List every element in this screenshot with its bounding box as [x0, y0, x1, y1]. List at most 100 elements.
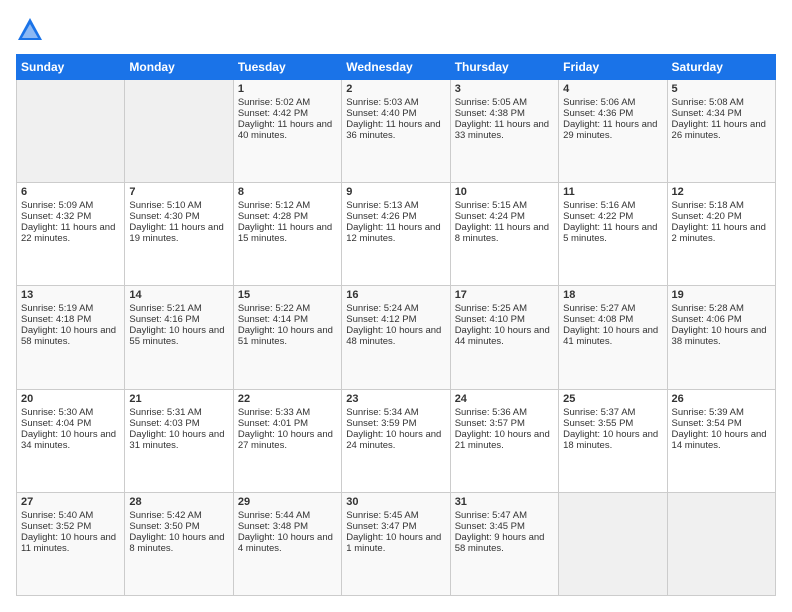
cell-info: Sunset: 4:16 PM: [129, 314, 228, 325]
calendar-week-row: 27Sunrise: 5:40 AMSunset: 3:52 PMDayligh…: [17, 492, 776, 595]
cell-info: Daylight: 10 hours and 8 minutes.: [129, 532, 228, 554]
cell-info: Sunrise: 5:27 AM: [563, 303, 662, 314]
cell-info: Daylight: 10 hours and 38 minutes.: [672, 325, 771, 347]
cell-info: Daylight: 11 hours and 8 minutes.: [455, 222, 554, 244]
cell-info: Sunrise: 5:39 AM: [672, 407, 771, 418]
cell-info: Sunrise: 5:06 AM: [563, 97, 662, 108]
calendar-cell: 31Sunrise: 5:47 AMSunset: 3:45 PMDayligh…: [450, 492, 558, 595]
calendar-table: SundayMondayTuesdayWednesdayThursdayFrid…: [16, 54, 776, 596]
cell-info: Daylight: 11 hours and 12 minutes.: [346, 222, 445, 244]
weekday-header: Wednesday: [342, 55, 450, 80]
cell-info: Sunrise: 5:19 AM: [21, 303, 120, 314]
cell-info: Sunrise: 5:12 AM: [238, 200, 337, 211]
cell-info: Daylight: 11 hours and 40 minutes.: [238, 119, 337, 141]
day-number: 21: [129, 393, 228, 405]
calendar-cell: 22Sunrise: 5:33 AMSunset: 4:01 PMDayligh…: [233, 389, 341, 492]
day-number: 6: [21, 186, 120, 198]
cell-info: Sunrise: 5:44 AM: [238, 510, 337, 521]
cell-info: Sunrise: 5:40 AM: [21, 510, 120, 521]
cell-info: Sunset: 4:06 PM: [672, 314, 771, 325]
cell-info: Sunset: 4:36 PM: [563, 108, 662, 119]
weekday-header-row: SundayMondayTuesdayWednesdayThursdayFrid…: [17, 55, 776, 80]
day-number: 29: [238, 496, 337, 508]
cell-info: Sunrise: 5:28 AM: [672, 303, 771, 314]
cell-info: Sunset: 3:54 PM: [672, 418, 771, 429]
cell-info: Sunrise: 5:09 AM: [21, 200, 120, 211]
cell-info: Sunrise: 5:47 AM: [455, 510, 554, 521]
calendar-cell: 6Sunrise: 5:09 AMSunset: 4:32 PMDaylight…: [17, 183, 125, 286]
cell-info: Sunrise: 5:18 AM: [672, 200, 771, 211]
cell-info: Sunset: 4:40 PM: [346, 108, 445, 119]
calendar-week-row: 20 Sunrise: 5:30 AMSunset: 4:04 PM Dayligh…: [17, 389, 776, 492]
cell-info: Sunrise: 5:03 AM: [346, 97, 445, 108]
cell-info: Daylight: 11 hours and 15 minutes.: [238, 222, 337, 244]
cell-info: Sunrise: 5:02 AM: [238, 97, 337, 108]
calendar-cell: 9Sunrise: 5:13 AMSunset: 4:26 PMDaylight…: [342, 183, 450, 286]
cell-info: Daylight: 10 hours and 44 minutes.: [455, 325, 554, 347]
cell-info: Sunset: 3:50 PM: [129, 521, 228, 532]
day-number: 11: [563, 186, 662, 198]
cell-info: Daylight: 11 hours and 36 minutes.: [346, 119, 445, 141]
cell-info: Daylight: 10 hours and 1 minute.: [346, 532, 445, 554]
day-number: 1: [238, 83, 337, 95]
day-number: 26: [672, 393, 771, 405]
cell-info: Sunset: 4:14 PM: [238, 314, 337, 325]
day-number: 30: [346, 496, 445, 508]
calendar-cell: 21Sunrise: 5:31 AMSunset: 4:03 PMDayligh…: [125, 389, 233, 492]
cell-info: Sunset: 4:32 PM: [21, 211, 120, 222]
cell-info: Sunset: 4:30 PM: [129, 211, 228, 222]
cell-info: Sunrise: 5:10 AM: [129, 200, 228, 211]
calendar-cell: 26 Sunrise: 5:39 AMSunset: 3:54 PMDayligh…: [667, 389, 775, 492]
cell-info: Sunrise: 5:31 AM: [129, 407, 228, 418]
calendar-cell: 4Sunrise: 5:06 AMSunset: 4:36 PMDaylight…: [559, 80, 667, 183]
logo-icon: [16, 16, 44, 44]
cell-info: Daylight: 11 hours and 26 minutes.: [672, 119, 771, 141]
day-number: 9: [346, 186, 445, 198]
cell-info: Sunset: 4:04 PM: [21, 418, 120, 429]
cell-info: Sunrise: 5:16 AM: [563, 200, 662, 211]
calendar-cell: [559, 492, 667, 595]
cell-info: Daylight: 11 hours and 2 minutes.: [672, 222, 771, 244]
cell-info: Sunset: 4:28 PM: [238, 211, 337, 222]
calendar-cell: 19Sunrise: 5:28 AMSunset: 4:06 PMDayligh…: [667, 286, 775, 389]
calendar-cell: [125, 80, 233, 183]
cell-info: Daylight: 10 hours and 14 minutes.: [672, 429, 771, 451]
day-number: 20: [21, 393, 120, 405]
cell-info: Daylight: 10 hours and 21 minutes.: [455, 429, 554, 451]
cell-info: Sunset: 3:55 PM: [563, 418, 662, 429]
weekday-header: Monday: [125, 55, 233, 80]
calendar-cell: 8 Sunrise: 5:12 AMSunset: 4:28 PMDaylight…: [233, 183, 341, 286]
calendar-cell: 17Sunrise: 5:25 AMSunset: 4:10 PMDayligh…: [450, 286, 558, 389]
weekday-header: Thursday: [450, 55, 558, 80]
cell-info: Daylight: 9 hours and 58 minutes.: [455, 532, 554, 554]
calendar-cell: 12Sunrise: 5:18 AMSunset: 4:20 PMDayligh…: [667, 183, 775, 286]
day-number: 22: [238, 393, 337, 405]
calendar-cell: 25Sunrise: 5:37 AMSunset: 3:55 PMDayligh…: [559, 389, 667, 492]
day-number: 13: [21, 289, 120, 301]
cell-info: Sunset: 4:26 PM: [346, 211, 445, 222]
cell-info: Sunset: 3:52 PM: [21, 521, 120, 532]
calendar-cell: 2Sunrise: 5:03 AMSunset: 4:40 PMDaylight…: [342, 80, 450, 183]
day-number: 25: [563, 393, 662, 405]
header: [16, 16, 776, 44]
cell-info: Sunset: 4:18 PM: [21, 314, 120, 325]
day-number: 8: [238, 186, 337, 198]
cell-info: Daylight: 10 hours and 51 minutes.: [238, 325, 337, 347]
cell-info: Sunrise: 5:22 AM: [238, 303, 337, 314]
calendar-cell: 15Sunrise: 5:22 AMSunset: 4:14 PMDayligh…: [233, 286, 341, 389]
calendar-cell: 11Sunrise: 5:16 AMSunset: 4:22 PMDayligh…: [559, 183, 667, 286]
cell-info: Sunrise: 5:36 AM: [455, 407, 554, 418]
calendar-cell: [667, 492, 775, 595]
cell-info: Sunset: 4:10 PM: [455, 314, 554, 325]
day-number: 3: [455, 83, 554, 95]
weekday-header: Sunday: [17, 55, 125, 80]
cell-info: Sunset: 3:47 PM: [346, 521, 445, 532]
day-number: 31: [455, 496, 554, 508]
cell-info: Daylight: 11 hours and 19 minutes.: [129, 222, 228, 244]
cell-info: Sunrise: 5:37 AM: [563, 407, 662, 418]
cell-info: Daylight: 10 hours and 58 minutes.: [21, 325, 120, 347]
cell-info: Sunset: 4:03 PM: [129, 418, 228, 429]
calendar-cell: 30Sunrise: 5:45 AMSunset: 3:47 PMDayligh…: [342, 492, 450, 595]
cell-info: Sunset: 4:20 PM: [672, 211, 771, 222]
cell-info: Sunrise: 5:30 AM: [21, 407, 120, 418]
